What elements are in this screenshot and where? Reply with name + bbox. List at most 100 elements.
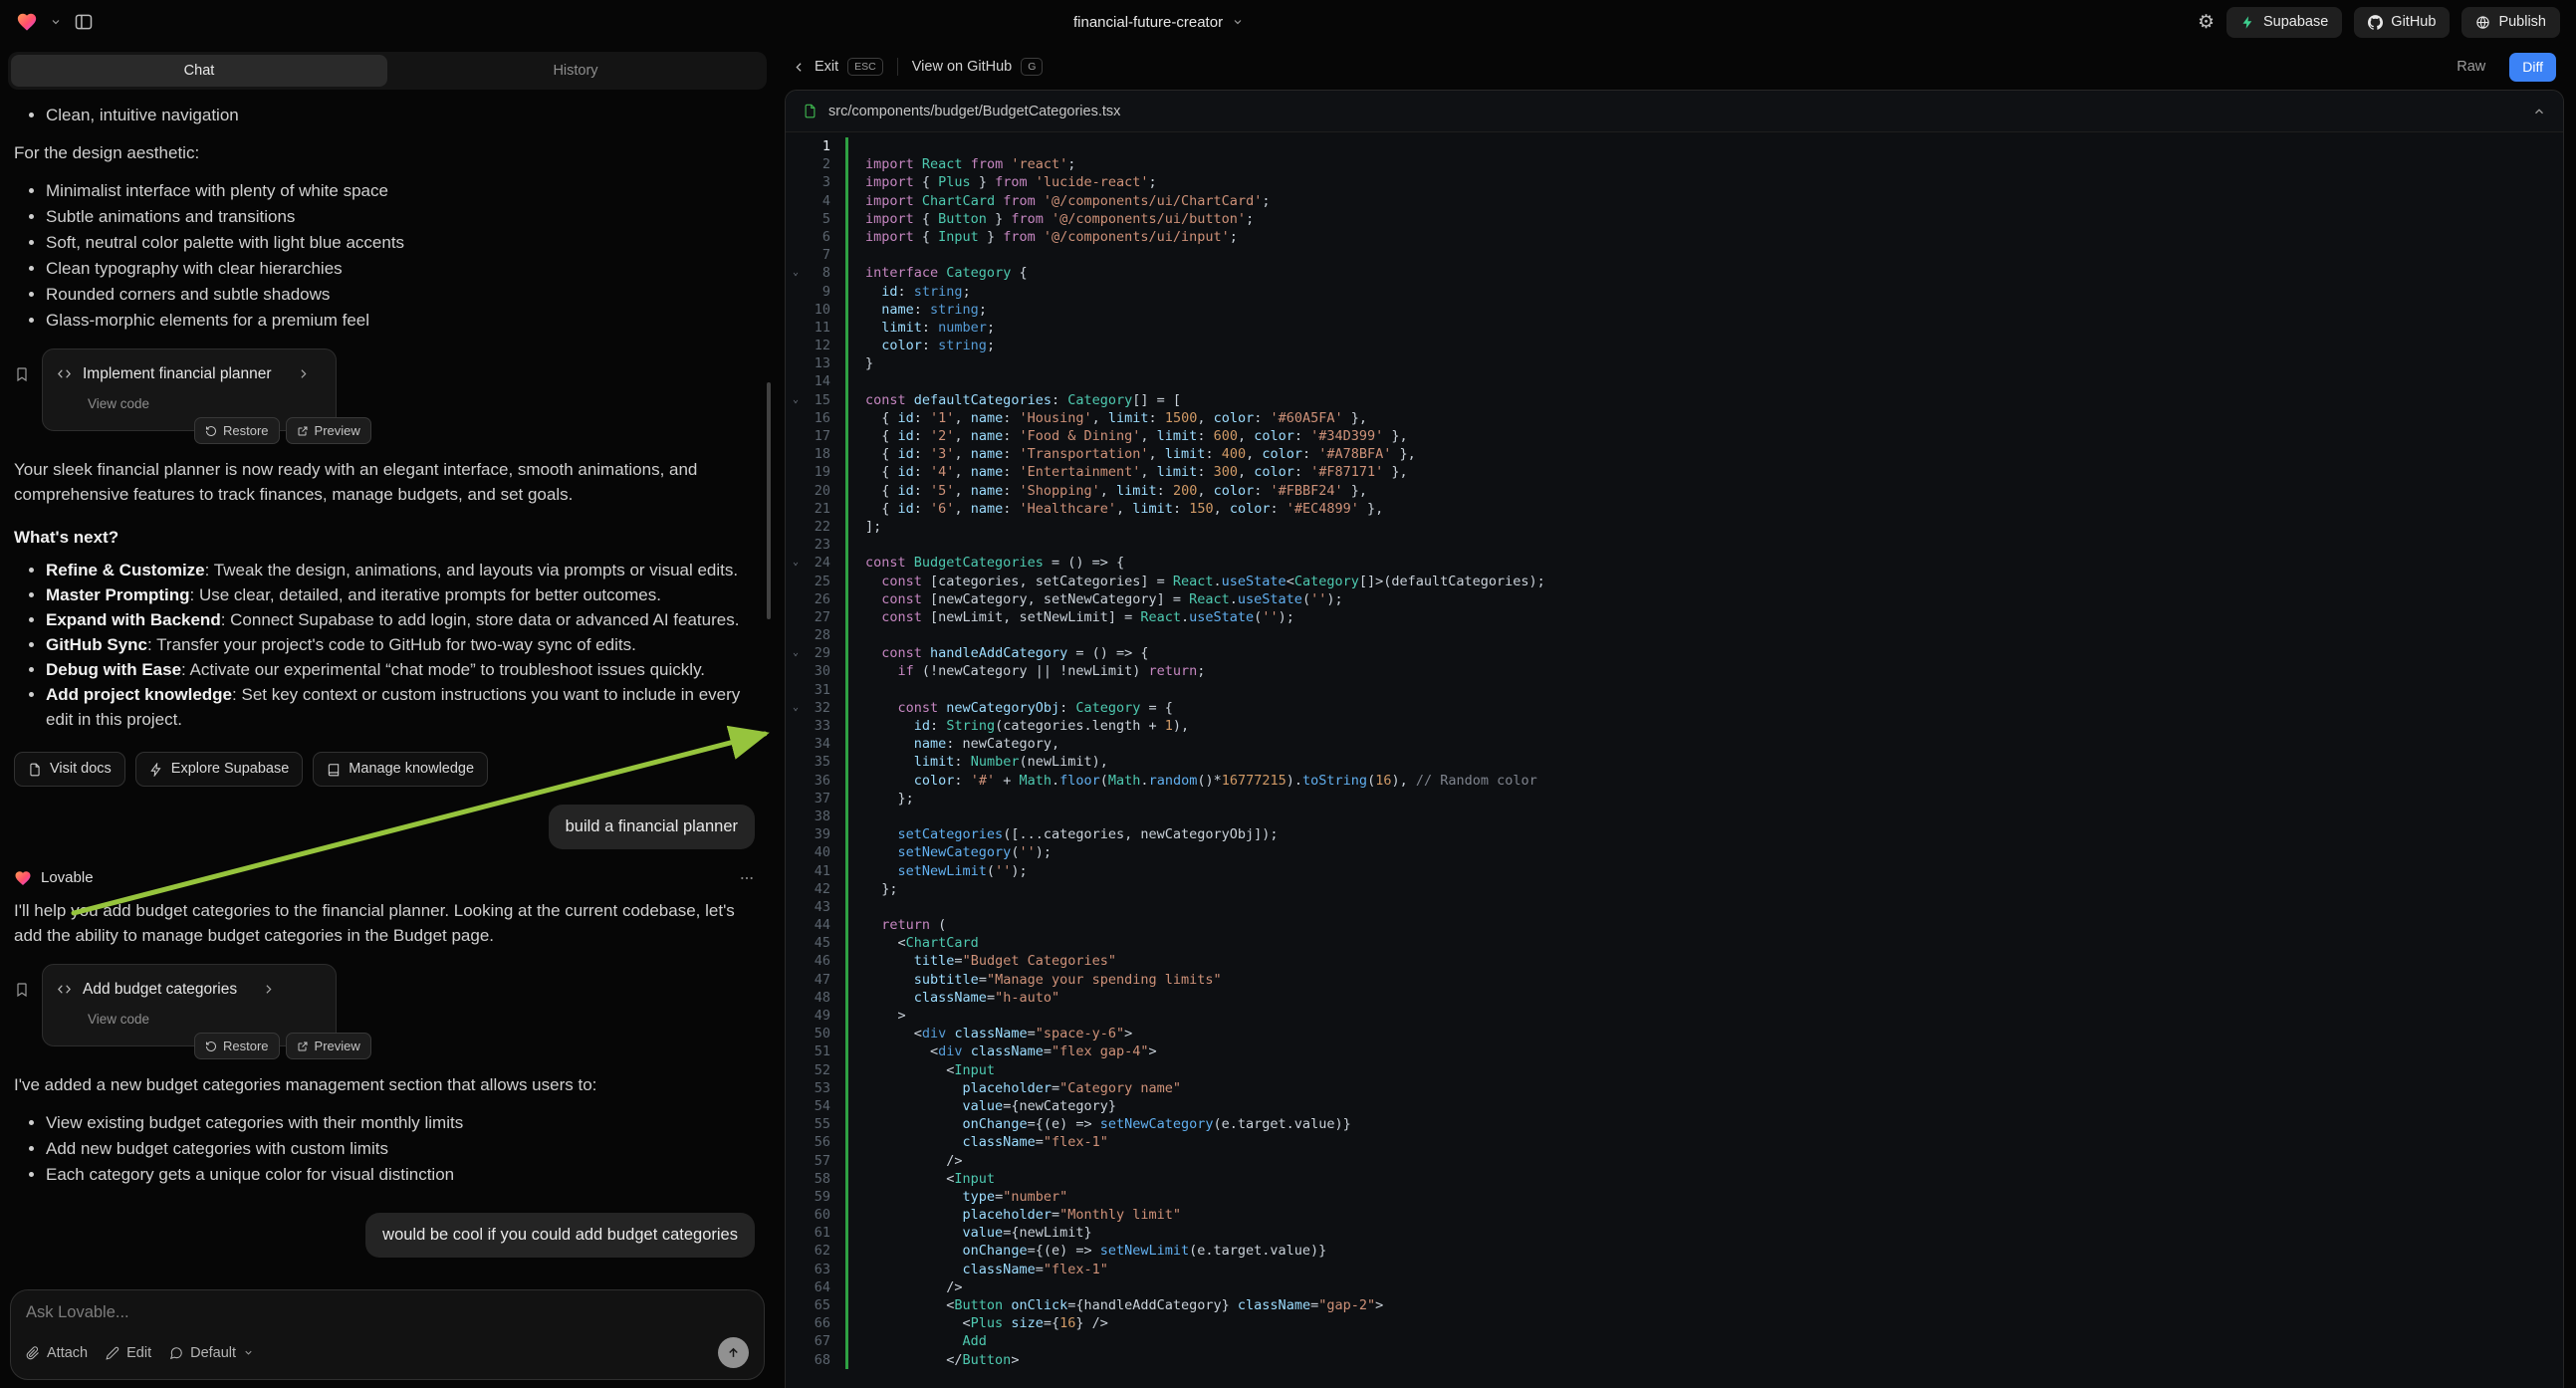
code-text: const [newLimit, setNewLimit] = React.us… — [845, 608, 2563, 626]
github-shortcut-badge: G — [1021, 58, 1043, 76]
chat-input[interactable] — [26, 1303, 749, 1322]
line-number: 18 — [806, 445, 845, 463]
code-text: Add — [845, 1332, 2563, 1350]
github-button[interactable]: GitHub — [2354, 7, 2450, 38]
fold-toggle-icon[interactable]: ⌄ — [786, 264, 806, 282]
code-text: return ( — [845, 916, 2563, 934]
line-number: 66 — [806, 1314, 845, 1332]
line-number: 55 — [806, 1115, 845, 1133]
code-text: <Button onClick={handleAddCategory} clas… — [845, 1296, 2563, 1314]
globe-icon — [2475, 15, 2490, 30]
explore-supabase-button[interactable]: Explore Supabase — [135, 752, 304, 787]
fold-toggle-icon — [786, 662, 806, 680]
fold-toggle-icon — [786, 301, 806, 319]
code-line: 49 > — [786, 1007, 2563, 1025]
diff-toggle-button[interactable]: Diff — [2509, 53, 2556, 82]
code-icon — [57, 366, 72, 381]
code-text: if (!newCategory || !newLimit) return; — [845, 662, 2563, 680]
chat-panel: Chat History Clean, intuitive navigation… — [0, 44, 775, 1388]
restore-button[interactable]: Restore — [194, 417, 280, 444]
code-line: 51 <div className="flex gap-4"> — [786, 1042, 2563, 1060]
fold-toggle-icon[interactable]: ⌄ — [786, 699, 806, 717]
code-line: ⌄24const BudgetCategories = () => { — [786, 554, 2563, 572]
fold-toggle-icon[interactable]: ⌄ — [786, 391, 806, 409]
fold-toggle-icon — [786, 862, 806, 880]
code-line: 60 placeholder="Monthly limit" — [786, 1206, 2563, 1224]
send-button[interactable] — [718, 1337, 749, 1368]
edit-button[interactable]: Edit — [106, 1345, 151, 1361]
assistant-reply-outro: I've added a new budget categories manag… — [14, 1072, 755, 1097]
file-header[interactable]: src/components/budget/BudgetCategories.t… — [786, 91, 2563, 132]
list-item: Clean, intuitive navigation — [46, 103, 755, 127]
preview-button[interactable]: Preview — [286, 1033, 371, 1059]
line-number: 48 — [806, 989, 845, 1007]
attach-button[interactable]: Attach — [26, 1345, 88, 1361]
fold-toggle-icon — [786, 626, 806, 644]
code-text: const handleAddCategory = () => { — [845, 644, 2563, 662]
code-text — [845, 681, 2563, 699]
code-line: 23 — [786, 536, 2563, 554]
code-viewer[interactable]: 12import React from 'react';3import { Pl… — [786, 132, 2563, 1388]
line-number: 46 — [806, 952, 845, 970]
visit-docs-button[interactable]: Visit docs — [14, 752, 125, 787]
code-text: > — [845, 1007, 2563, 1025]
preview-button[interactable]: Preview — [286, 417, 371, 444]
code-text: import { Plus } from 'lucide-react'; — [845, 173, 2563, 191]
line-number: 1 — [806, 137, 845, 155]
exit-button[interactable]: Exit ESC — [793, 58, 883, 76]
scrollbar-thumb[interactable] — [767, 382, 771, 619]
sidebar-toggle-icon[interactable] — [74, 12, 94, 32]
view-on-github-button[interactable]: View on GitHub G — [912, 58, 1044, 76]
tab-chat[interactable]: Chat — [11, 55, 387, 87]
code-line: 61 value={newLimit} — [786, 1224, 2563, 1242]
mode-selector[interactable]: Default — [169, 1345, 254, 1361]
line-number: 57 — [806, 1152, 845, 1170]
publish-button[interactable]: Publish — [2461, 7, 2560, 38]
fold-toggle-icon — [786, 1332, 806, 1350]
fold-toggle-icon — [786, 137, 806, 155]
fold-toggle-icon — [786, 843, 806, 861]
fold-toggle-icon — [786, 772, 806, 790]
collapse-chevron-up-icon[interactable] — [2532, 105, 2546, 118]
code-text: className="flex-1" — [845, 1261, 2563, 1278]
line-number: 12 — [806, 337, 845, 354]
view-code-link[interactable]: View code — [88, 1007, 320, 1032]
workspace-chevron-down-icon[interactable] — [50, 16, 62, 28]
line-number: 36 — [806, 772, 845, 790]
fold-toggle-icon — [786, 825, 806, 843]
fold-toggle-icon — [786, 1042, 806, 1060]
tab-history[interactable]: History — [387, 55, 764, 87]
project-menu[interactable]: financial-future-creator — [1073, 0, 1244, 44]
version-card-title: Implement financial planner — [83, 361, 272, 386]
line-number: 37 — [806, 790, 845, 808]
version-card-implement-financial-planner[interactable]: Implement financial planner View code Re… — [42, 348, 337, 431]
code-line: 6import { Input } from '@/components/ui/… — [786, 228, 2563, 246]
fold-toggle-icon — [786, 790, 806, 808]
fold-toggle-icon[interactable]: ⌄ — [786, 554, 806, 572]
code-line: 3import { Plus } from 'lucide-react'; — [786, 173, 2563, 191]
bookmark-icon[interactable] — [14, 982, 30, 998]
more-options-icon[interactable] — [739, 870, 755, 886]
list-item: Expand with Backend: Connect Supabase to… — [46, 607, 755, 632]
fold-toggle-icon[interactable]: ⌄ — [786, 644, 806, 662]
view-code-link[interactable]: View code — [88, 391, 320, 416]
supabase-button[interactable]: Supabase — [2226, 7, 2342, 38]
external-link-icon — [297, 1041, 309, 1052]
code-line: ⌄8interface Category { — [786, 264, 2563, 282]
lovable-logo-heart-icon[interactable] — [16, 11, 38, 33]
fold-toggle-icon — [786, 337, 806, 354]
code-line: 26 const [newCategory, setNewCategory] =… — [786, 590, 2563, 608]
code-line: 54 value={newCategory} — [786, 1097, 2563, 1115]
code-line: 2import React from 'react'; — [786, 155, 2563, 173]
fold-toggle-icon — [786, 1242, 806, 1260]
manage-knowledge-button[interactable]: Manage knowledge — [313, 752, 488, 787]
fold-toggle-icon — [786, 1188, 806, 1206]
code-text: subtitle="Manage your spending limits" — [845, 971, 2563, 989]
settings-gear-icon[interactable]: ⚙ — [2198, 11, 2215, 34]
restore-button[interactable]: Restore — [194, 1033, 280, 1059]
version-card-add-budget-categories[interactable]: Add budget categories View code Restore … — [42, 964, 337, 1046]
bookmark-icon[interactable] — [14, 366, 30, 382]
raw-toggle-button[interactable]: Raw — [2447, 59, 2495, 75]
fold-toggle-icon — [786, 753, 806, 771]
line-number: 40 — [806, 843, 845, 861]
